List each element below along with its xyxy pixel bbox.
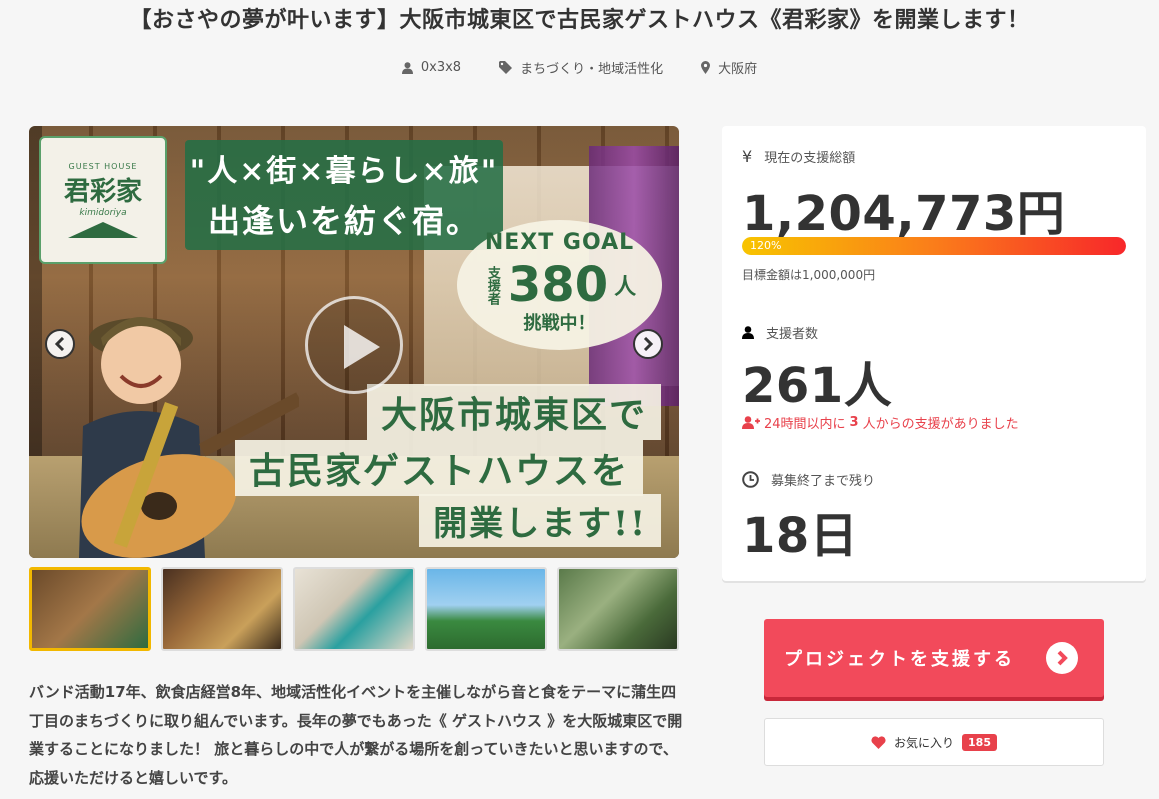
hero-text-line-1: 大阪市城東区で: [366, 384, 661, 440]
progress-fill: 120%: [742, 237, 1126, 255]
logo-sub-text: kimidoriya: [79, 208, 127, 218]
logo-house-icon: [68, 222, 138, 238]
remaining-label: 募集終了まで残り: [771, 474, 876, 489]
guitarist-figure: [79, 317, 299, 558]
user-icon: [742, 326, 754, 339]
stats-panel: ¥ 現在の支援総額 1,204,773円 120% 目標金額は1,000,000…: [722, 126, 1146, 581]
goal-challenge: 挑戦中！: [523, 313, 596, 334]
hero-text-line-3: 開業します!!: [419, 494, 661, 547]
chevron-left-icon: [54, 337, 65, 351]
meta-location[interactable]: 大阪府: [701, 58, 757, 77]
recent-backers-note: 24時間以内に 3 人からの支援がありました: [742, 413, 1019, 432]
logo-main-text: 君彩家: [63, 177, 142, 207]
owner-name: 0x3x8: [420, 60, 462, 75]
remaining-label-row: 募集終了まで残り: [742, 470, 875, 489]
amount-label: 現在の支援総額: [764, 151, 856, 166]
users-plus-icon: [742, 416, 760, 429]
chevron-right-icon: [643, 337, 654, 351]
goal-title: NEXT GOAL: [484, 230, 635, 255]
slogan-line-2: 出逢いを紡ぐ宿。: [207, 202, 480, 240]
support-button-label: プロジェクトを支援する: [784, 649, 1015, 670]
hero-slogan: "人×街×暮らし×旅" 出逢いを紡ぐ宿。: [185, 140, 503, 250]
support-project-button[interactable]: プロジェクトを支援する: [764, 619, 1104, 697]
heart-icon: [871, 735, 886, 749]
thumbnail-strip: [29, 567, 679, 651]
goal-number: 380: [507, 257, 609, 313]
project-title: 【おさやの夢が叶います】大阪市城東区で古民家ゲストハウス《君彩家》を開業します！: [129, 8, 1030, 33]
recent-post: 人からの支援がありました: [862, 417, 1019, 432]
guesthouse-logo: GUEST HOUSE 君彩家 kimidoriya: [39, 136, 167, 264]
goal-label: 支援者: [484, 265, 500, 305]
goal-unit: 人: [614, 275, 637, 300]
thumbnail-3[interactable]: [293, 567, 415, 651]
amount-value: 1,204,773円: [742, 186, 1066, 242]
recent-count: 3: [849, 415, 859, 430]
location-name: 大阪府: [718, 62, 758, 77]
hero-image[interactable]: GUEST HOUSE 君彩家 kimidoriya "人×街×暮らし×旅" 出…: [29, 126, 679, 558]
clock-icon: [742, 471, 759, 488]
thumbnail-5[interactable]: [557, 567, 679, 651]
favorite-button[interactable]: お気に入り 185: [764, 718, 1104, 766]
funding-progress-bar: 120%: [742, 237, 1126, 255]
favorite-count-badge: 185: [962, 733, 997, 751]
meta-owner[interactable]: 0x3x8: [401, 58, 462, 77]
backers-label-row: 支援者数: [742, 323, 818, 342]
thumbnail-4[interactable]: [425, 567, 547, 651]
tag-icon: [499, 61, 513, 74]
goal-row: 支援者 380 人: [457, 257, 662, 313]
favorite-label: お気に入り: [894, 735, 955, 750]
recent-pre: 24時間以内に: [764, 417, 846, 432]
project-meta: 0x3x8 まちづくり・地域活性化 大阪府: [0, 58, 1159, 77]
map-marker-icon: [701, 61, 711, 74]
hero-text-line-2: 古民家ゲストハウスを: [234, 440, 643, 496]
remaining-value: 18日: [742, 508, 859, 564]
amount-label-row: ¥ 現在の支援総額: [742, 147, 855, 166]
slide-prev-button[interactable]: [45, 329, 75, 359]
slogan-line-1: "人×街×暮らし×旅": [189, 154, 499, 189]
goal-amount-note: 目標金額は1,000,000円: [742, 268, 876, 282]
user-icon: [401, 61, 413, 74]
logo-small-text: GUEST HOUSE: [68, 162, 138, 171]
project-description: バンド活動17年、飲食店経営8年、地域活性化イベントを主催しながら音と食をテーマ…: [29, 683, 683, 787]
backers-label: 支援者数: [766, 327, 819, 342]
backers-value: 261人: [742, 358, 893, 414]
meta-category[interactable]: まちづくり・地域活性化: [499, 58, 663, 77]
yen-icon: ¥: [742, 147, 753, 166]
thumbnail-1[interactable]: [29, 567, 151, 651]
next-goal-badge: NEXT GOAL 支援者 380 人 挑戦中！: [457, 220, 662, 350]
video-play-button[interactable]: [305, 296, 403, 394]
category-name: まちづくり・地域活性化: [520, 62, 664, 77]
slide-next-button[interactable]: [633, 329, 663, 359]
chevron-circle-right-icon: [1046, 642, 1078, 674]
thumbnail-2[interactable]: [161, 567, 283, 651]
